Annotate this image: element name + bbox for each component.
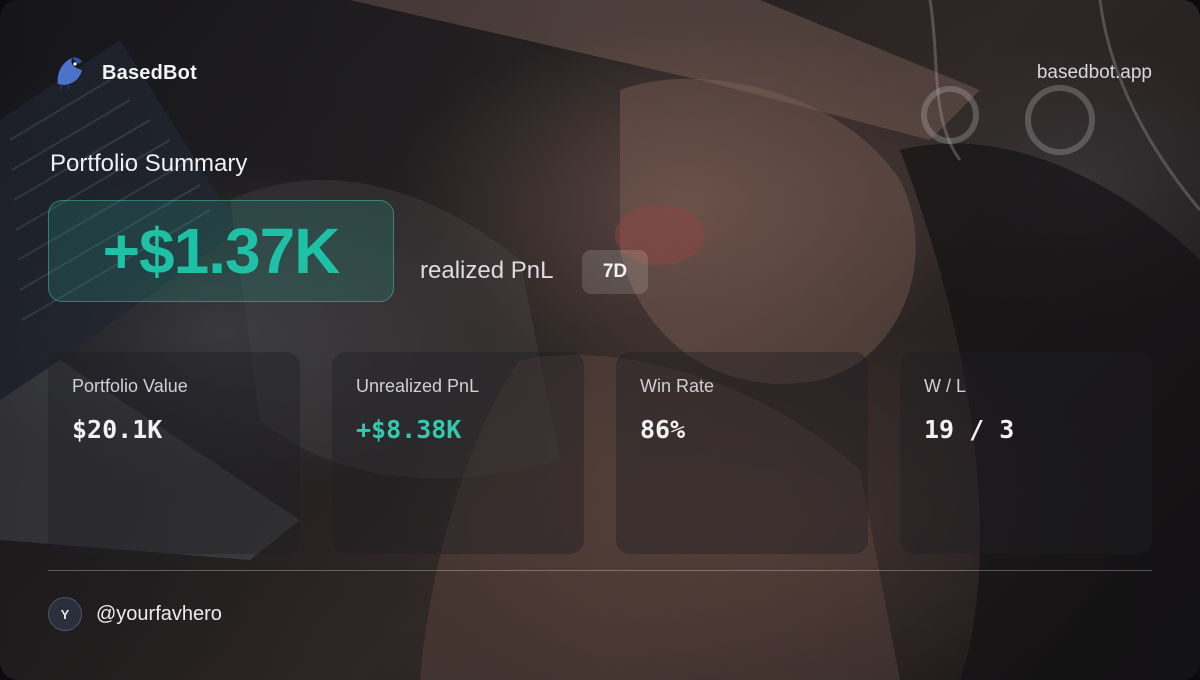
bird-logo-icon	[57, 57, 82, 91]
photo-darken-overlay	[0, 0, 1200, 680]
stat-label: Win Rate	[640, 376, 715, 396]
portfolio-card: BasedBot basedbot.app Portfolio Summary …	[0, 0, 1200, 680]
period-badge: 7D	[582, 250, 648, 294]
realized-pnl-label: realized PnL	[420, 257, 554, 284]
realized-pnl-box: +$1.37K	[48, 200, 394, 302]
user-handle: @yourfavhero	[96, 602, 222, 625]
stat-label: W / L	[924, 376, 967, 396]
user-profile: Y @yourfavhero	[48, 597, 222, 631]
stat-label: Portfolio Value	[72, 376, 188, 396]
brand: BasedBot	[52, 54, 197, 92]
stat-card-portfolio-value: Portfolio Value $20.1K	[48, 352, 300, 554]
stat-card-win-rate: Win Rate 86%	[616, 352, 868, 554]
divider	[48, 570, 1152, 571]
stat-value: 19 / 3	[924, 415, 1015, 444]
stat-value: +$8.38K	[356, 415, 462, 444]
realized-pnl-value: +$1.37K	[102, 215, 341, 287]
stat-card-unrealized-pnl: Unrealized PnL +$8.38K	[332, 352, 584, 554]
stat-value: 86%	[640, 415, 686, 444]
brand-name: BasedBot	[102, 61, 197, 84]
section-title: Portfolio Summary	[50, 150, 248, 177]
site-url: basedbot.app	[1036, 62, 1152, 83]
stat-card-win-loss: W / L 19 / 3	[900, 352, 1152, 554]
stat-value: $20.1K	[72, 415, 163, 444]
avatar: Y	[48, 597, 82, 631]
stat-label: Unrealized PnL	[356, 376, 480, 396]
